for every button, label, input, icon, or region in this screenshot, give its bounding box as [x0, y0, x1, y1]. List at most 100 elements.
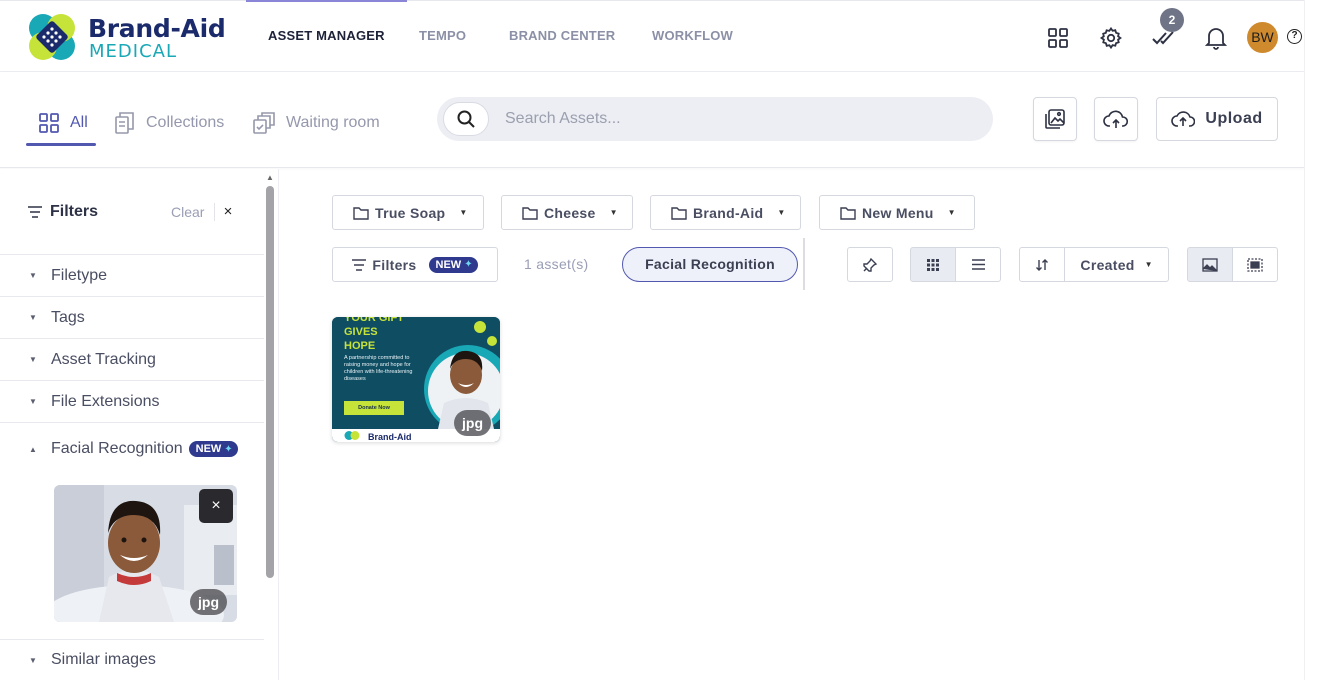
filters-title: Filters — [28, 203, 98, 221]
nav-tab-tempo[interactable]: TEMPO — [419, 1, 466, 73]
asset-footer-text: Brand-Aid — [368, 432, 412, 442]
folder-label: Brand-Aid — [693, 204, 764, 221]
remove-face-button[interactable]: × — [199, 489, 233, 523]
collections-icon — [115, 112, 134, 134]
folder-icon — [353, 206, 369, 220]
notification-bell-icon[interactable] — [1201, 23, 1231, 53]
page-scrollbar[interactable] — [1304, 0, 1319, 680]
thumbnail-fit-button[interactable] — [1232, 247, 1278, 282]
sparkle-icon: ✦ — [224, 443, 233, 455]
tasks-count-badge: 2 — [1160, 8, 1184, 32]
folder-label: Cheese — [544, 204, 596, 221]
pin-icon — [863, 257, 878, 272]
pin-button[interactable] — [847, 247, 893, 282]
filters-button[interactable]: Filters NEW ✦ — [332, 247, 498, 282]
cloud-sync-button[interactable] — [1094, 97, 1138, 141]
list-view-button[interactable] — [955, 247, 1001, 282]
folder-label: New Menu — [862, 204, 934, 221]
filters-header: Filters Clear × — [0, 169, 264, 255]
caret-down-icon: ▼ — [29, 655, 37, 665]
dropdown-arrow-icon: ▼ — [947, 208, 956, 217]
search-bar — [437, 97, 993, 141]
search-input[interactable] — [505, 97, 975, 141]
grid-dots-icon — [927, 258, 939, 271]
view-tab-collections[interactable]: Collections — [114, 106, 224, 140]
new-badge: NEW ✦ — [428, 256, 478, 273]
nav-tab-workflow[interactable]: WORKFLOW — [652, 1, 733, 73]
dropdown-arrow-icon: ▼ — [609, 208, 618, 217]
asset-card[interactable]: YOUR GIFT GIVES HOPE A partnership commi… — [332, 317, 500, 442]
file-type-badge: jpg — [190, 589, 227, 615]
sort-direction-button[interactable] — [1019, 247, 1065, 282]
view-tab-label: Collections — [146, 114, 225, 131]
selected-face-thumbnail[interactable]: × jpg — [54, 485, 237, 622]
filter-lines-icon — [28, 206, 42, 218]
filter-section-label: Similar images — [51, 651, 156, 668]
asset-headline-line: GIVES — [344, 326, 378, 338]
sort-field-dropdown[interactable]: Created ▼ — [1064, 247, 1169, 282]
dropdown-arrow-icon: ▼ — [1144, 260, 1153, 269]
folder-brand-aid-button[interactable]: Brand-Aid ▼ — [650, 195, 801, 230]
logo-mark-icon — [29, 14, 75, 60]
active-filter-chip[interactable]: Facial Recognition — [622, 247, 798, 282]
dropdown-arrow-icon: ▼ — [459, 208, 468, 217]
thumbnail-fill-button[interactable] — [1187, 247, 1233, 282]
filter-section-facial-recognition[interactable]: ▲ Facial Recognition NEW ✦ — [0, 423, 264, 475]
image-gallery-icon — [1045, 109, 1065, 129]
folder-label: True Soap — [375, 204, 446, 221]
folder-new-menu-button[interactable]: New Menu ▼ — [819, 195, 975, 230]
logo-title: Brand-Aid — [88, 14, 226, 43]
filter-section-asset-tracking[interactable]: ▼ Asset Tracking — [0, 339, 264, 381]
grid-icon — [39, 113, 59, 133]
nav-tab-asset-manager[interactable]: ASSET MANAGER — [246, 0, 407, 73]
view-tab-all[interactable]: All — [26, 106, 96, 146]
brand-logo[interactable]: Brand-Aid MEDICAL — [26, 11, 226, 65]
apps-grid-icon[interactable] — [1043, 23, 1073, 53]
search-icon — [457, 110, 475, 128]
waiting-room-icon — [253, 112, 275, 134]
caret-up-icon: ▲ — [29, 444, 37, 454]
caret-down-icon: ▼ — [29, 397, 37, 406]
nav-tab-brand-center[interactable]: BRAND CENTER — [509, 1, 615, 73]
help-icon[interactable]: ? — [1287, 29, 1302, 44]
sidebar-scroll-thumb[interactable] — [266, 186, 274, 578]
filter-section-file-extensions[interactable]: ▼ File Extensions — [0, 381, 264, 423]
asset-footer-logo-icon — [344, 431, 360, 440]
grid-view-button[interactable] — [910, 247, 956, 282]
list-icon — [971, 259, 985, 270]
search-button[interactable] — [443, 102, 489, 136]
user-avatar[interactable]: BW — [1247, 22, 1278, 53]
clear-filters-button[interactable]: Clear — [171, 204, 204, 220]
settings-gear-icon[interactable] — [1096, 23, 1126, 53]
view-tab-label: All — [70, 114, 88, 131]
image-fill-icon — [1202, 257, 1218, 272]
cloud-sync-icon — [1103, 110, 1129, 128]
view-tab-waiting-room[interactable]: Waiting room — [252, 106, 380, 140]
caret-down-icon: ▼ — [29, 313, 37, 322]
filters-sidebar: Filters Clear × ▼ Filetype ▼ Tags ▼ Asse… — [0, 169, 279, 680]
upload-button[interactable]: Upload — [1156, 97, 1278, 141]
folder-cheese-button[interactable]: Cheese ▼ — [501, 195, 633, 230]
close-filters-button[interactable]: × — [221, 203, 235, 221]
upload-label: Upload — [1205, 110, 1263, 127]
new-badge-text: NEW — [435, 258, 462, 271]
filters-button-label: Filters — [372, 256, 417, 273]
image-fit-icon — [1247, 257, 1263, 272]
filter-section-similar-images[interactable]: ▼ Similar images — [0, 639, 264, 680]
caret-down-icon: ▼ — [29, 271, 37, 280]
filter-lines-icon — [352, 258, 367, 271]
logo-subtitle: MEDICAL — [89, 41, 177, 62]
asset-count: 1 asset(s) — [524, 256, 589, 272]
gallery-button[interactable] — [1033, 97, 1077, 141]
folder-true-soap-button[interactable]: True Soap ▼ — [332, 195, 484, 230]
filter-section-label: Tags — [51, 308, 85, 326]
filter-section-tags[interactable]: ▼ Tags — [0, 297, 264, 339]
cloud-upload-icon — [1171, 111, 1196, 127]
asset-headline: YOUR GIFT GIVES HOPE — [344, 317, 404, 353]
sort-field-label: Created — [1080, 256, 1135, 273]
filter-section-filetype[interactable]: ▼ Filetype — [0, 255, 264, 297]
scroll-up-arrow-icon[interactable]: ▲ — [266, 173, 274, 182]
dropdown-arrow-icon: ▼ — [777, 208, 786, 217]
header-divider — [214, 203, 215, 221]
sparkle-icon: ✦ — [464, 259, 473, 270]
